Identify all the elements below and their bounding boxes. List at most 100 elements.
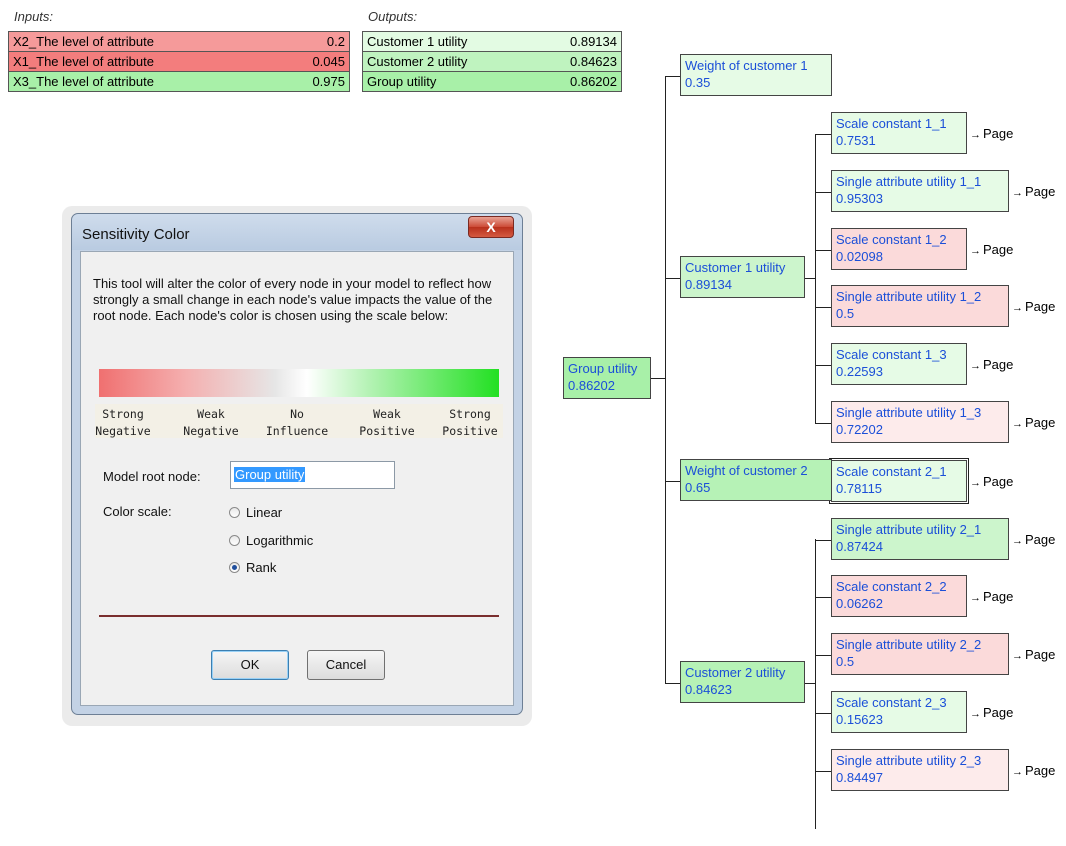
cancel-button[interactable]: Cancel [307, 650, 385, 680]
page-label: Page [1025, 647, 1056, 662]
close-button[interactable]: X [468, 216, 514, 238]
page-link[interactable]: → Page [1012, 647, 1055, 662]
node-value: 0.72202 [836, 422, 883, 437]
node-title: Scale constant 2_1 [836, 464, 947, 479]
input-row-x1[interactable]: X1_The level of attribute 0.045 [8, 51, 350, 72]
scale-label-strong-positive: Strong Positive [442, 407, 498, 438]
arrow-right-icon: → [1012, 302, 1023, 314]
leaf-node[interactable]: Scale constant 2_2 0.06262 [831, 575, 967, 617]
output-row-group[interactable]: Group utility 0.86202 [362, 71, 622, 92]
connector [665, 278, 680, 279]
page-link[interactable]: → Page [970, 357, 1013, 372]
node-title: Weight of customer 2 [685, 463, 808, 478]
node-weight-customer-1[interactable]: Weight of customer 1 0.35 [680, 54, 832, 96]
connector [815, 540, 831, 541]
node-value: 0.65 [685, 480, 711, 495]
node-value: 0.89134 [685, 277, 732, 292]
radio-label: Linear [246, 505, 283, 520]
node-value: 0.35 [685, 75, 711, 90]
page-link[interactable]: → Page [1012, 184, 1055, 199]
node-customer-1-utility[interactable]: Customer 1 utility 0.89134 [680, 256, 805, 298]
leaf-node[interactable]: Single attribute utility 1_3 0.72202 [831, 401, 1009, 443]
page-label: Page [983, 705, 1014, 720]
ok-button[interactable]: OK [211, 650, 289, 680]
node-value: 0.02098 [836, 249, 883, 264]
connector [815, 134, 831, 135]
leaf-node[interactable]: Single attribute utility 1_1 0.95303 [831, 170, 1009, 212]
node-title: Customer 1 utility [685, 260, 786, 275]
output-row-customer2[interactable]: Customer 2 utility 0.84623 [362, 51, 622, 72]
arrow-right-icon: → [970, 477, 981, 489]
node-title: Single attribute utility 2_3 [836, 753, 982, 768]
page-link[interactable]: → Page [1012, 299, 1055, 314]
output-value: 0.84623 [570, 54, 617, 69]
scale-label-strong-negative: Strong Negative [95, 407, 151, 438]
connector [815, 423, 831, 424]
leaf-node[interactable]: Single attribute utility 2_2 0.5 [831, 633, 1009, 675]
radio-rank[interactable]: Rank [229, 560, 276, 575]
page-link[interactable]: → Page [970, 705, 1013, 720]
page-label: Page [983, 474, 1014, 489]
page-link[interactable]: → Page [970, 242, 1013, 257]
leaf-node[interactable]: Single attribute utility 2_3 0.84497 [831, 749, 1009, 791]
leaf-node[interactable]: Scale constant 1_2 0.02098 [831, 228, 967, 270]
output-value: 0.86202 [570, 74, 617, 89]
page-link[interactable]: → Page [1012, 532, 1055, 547]
arrow-right-icon: → [1012, 418, 1023, 430]
radio-circle-checked [229, 562, 240, 573]
page-link[interactable]: → Page [1012, 415, 1055, 430]
node-title: Scale constant 2_3 [836, 695, 947, 710]
leaf-node[interactable]: Scale constant 2_1 0.78115 [829, 458, 969, 504]
page-label: Page [1025, 299, 1056, 314]
node-title: Single attribute utility 1_3 [836, 405, 982, 420]
input-label: X3_The level of attribute [13, 74, 154, 89]
connector [815, 655, 831, 656]
page-link[interactable]: → Page [970, 474, 1013, 489]
connector [815, 597, 831, 598]
output-label: Customer 2 utility [367, 54, 468, 69]
leaf-node[interactable]: Scale constant 2_3 0.15623 [831, 691, 967, 733]
scale-label-weak-negative: Weak Negative [183, 407, 239, 438]
node-value: 0.7531 [836, 133, 876, 148]
page-link[interactable]: → Page [1012, 763, 1055, 778]
connector [665, 683, 680, 684]
leaf-node[interactable]: Scale constant 1_3 0.22593 [831, 343, 967, 385]
arrow-right-icon: → [1012, 650, 1023, 662]
radio-label: Logarithmic [246, 533, 314, 548]
connector [665, 76, 680, 77]
divider [99, 615, 499, 617]
scale-label-no-influence: No Influence [265, 407, 329, 438]
output-row-customer1[interactable]: Customer 1 utility 0.89134 [362, 31, 622, 52]
node-title: Customer 2 utility [685, 665, 786, 680]
sensitivity-color-dialog: Sensitivity Color X This tool will alter… [71, 213, 523, 715]
node-value: 0.22593 [836, 364, 883, 379]
input-value: 0.2 [326, 34, 345, 49]
leaf-node[interactable]: Single attribute utility 2_1 0.87424 [831, 518, 1009, 560]
page-label: Page [1025, 532, 1056, 547]
color-scale-label: Color scale: [103, 504, 172, 519]
input-row-x2[interactable]: X2_The level of attribute 0.2 [8, 31, 350, 52]
page-link[interactable]: → Page [970, 126, 1013, 141]
input-row-x3[interactable]: X3_The level of attribute 0.975 [8, 71, 350, 92]
node-title: Scale constant 1_1 [836, 116, 947, 131]
connector [815, 539, 816, 829]
page-label: Page [1025, 184, 1056, 199]
root-node-input[interactable]: Group utility [230, 461, 395, 489]
node-weight-customer-2[interactable]: Weight of customer 2 0.65 [680, 459, 832, 501]
leaf-node[interactable]: Scale constant 1_1 0.7531 [831, 112, 967, 154]
node-title: Single attribute utility 1_1 [836, 174, 982, 189]
node-customer-2-utility[interactable]: Customer 2 utility 0.84623 [680, 661, 805, 703]
node-title: Single attribute utility 2_2 [836, 637, 982, 652]
connector [665, 481, 680, 482]
node-title: Group utility [568, 361, 638, 376]
radio-circle [229, 507, 240, 518]
node-value: 0.86202 [568, 378, 615, 393]
page-link[interactable]: → Page [970, 589, 1013, 604]
root-node-value: Group utility [234, 467, 306, 482]
arrow-right-icon: → [970, 129, 981, 141]
page-label: Page [983, 126, 1014, 141]
radio-logarithmic[interactable]: Logarithmic [229, 533, 313, 548]
node-group-utility[interactable]: Group utility 0.86202 [563, 357, 651, 399]
radio-linear[interactable]: Linear [229, 505, 282, 520]
leaf-node[interactable]: Single attribute utility 1_2 0.5 [831, 285, 1009, 327]
